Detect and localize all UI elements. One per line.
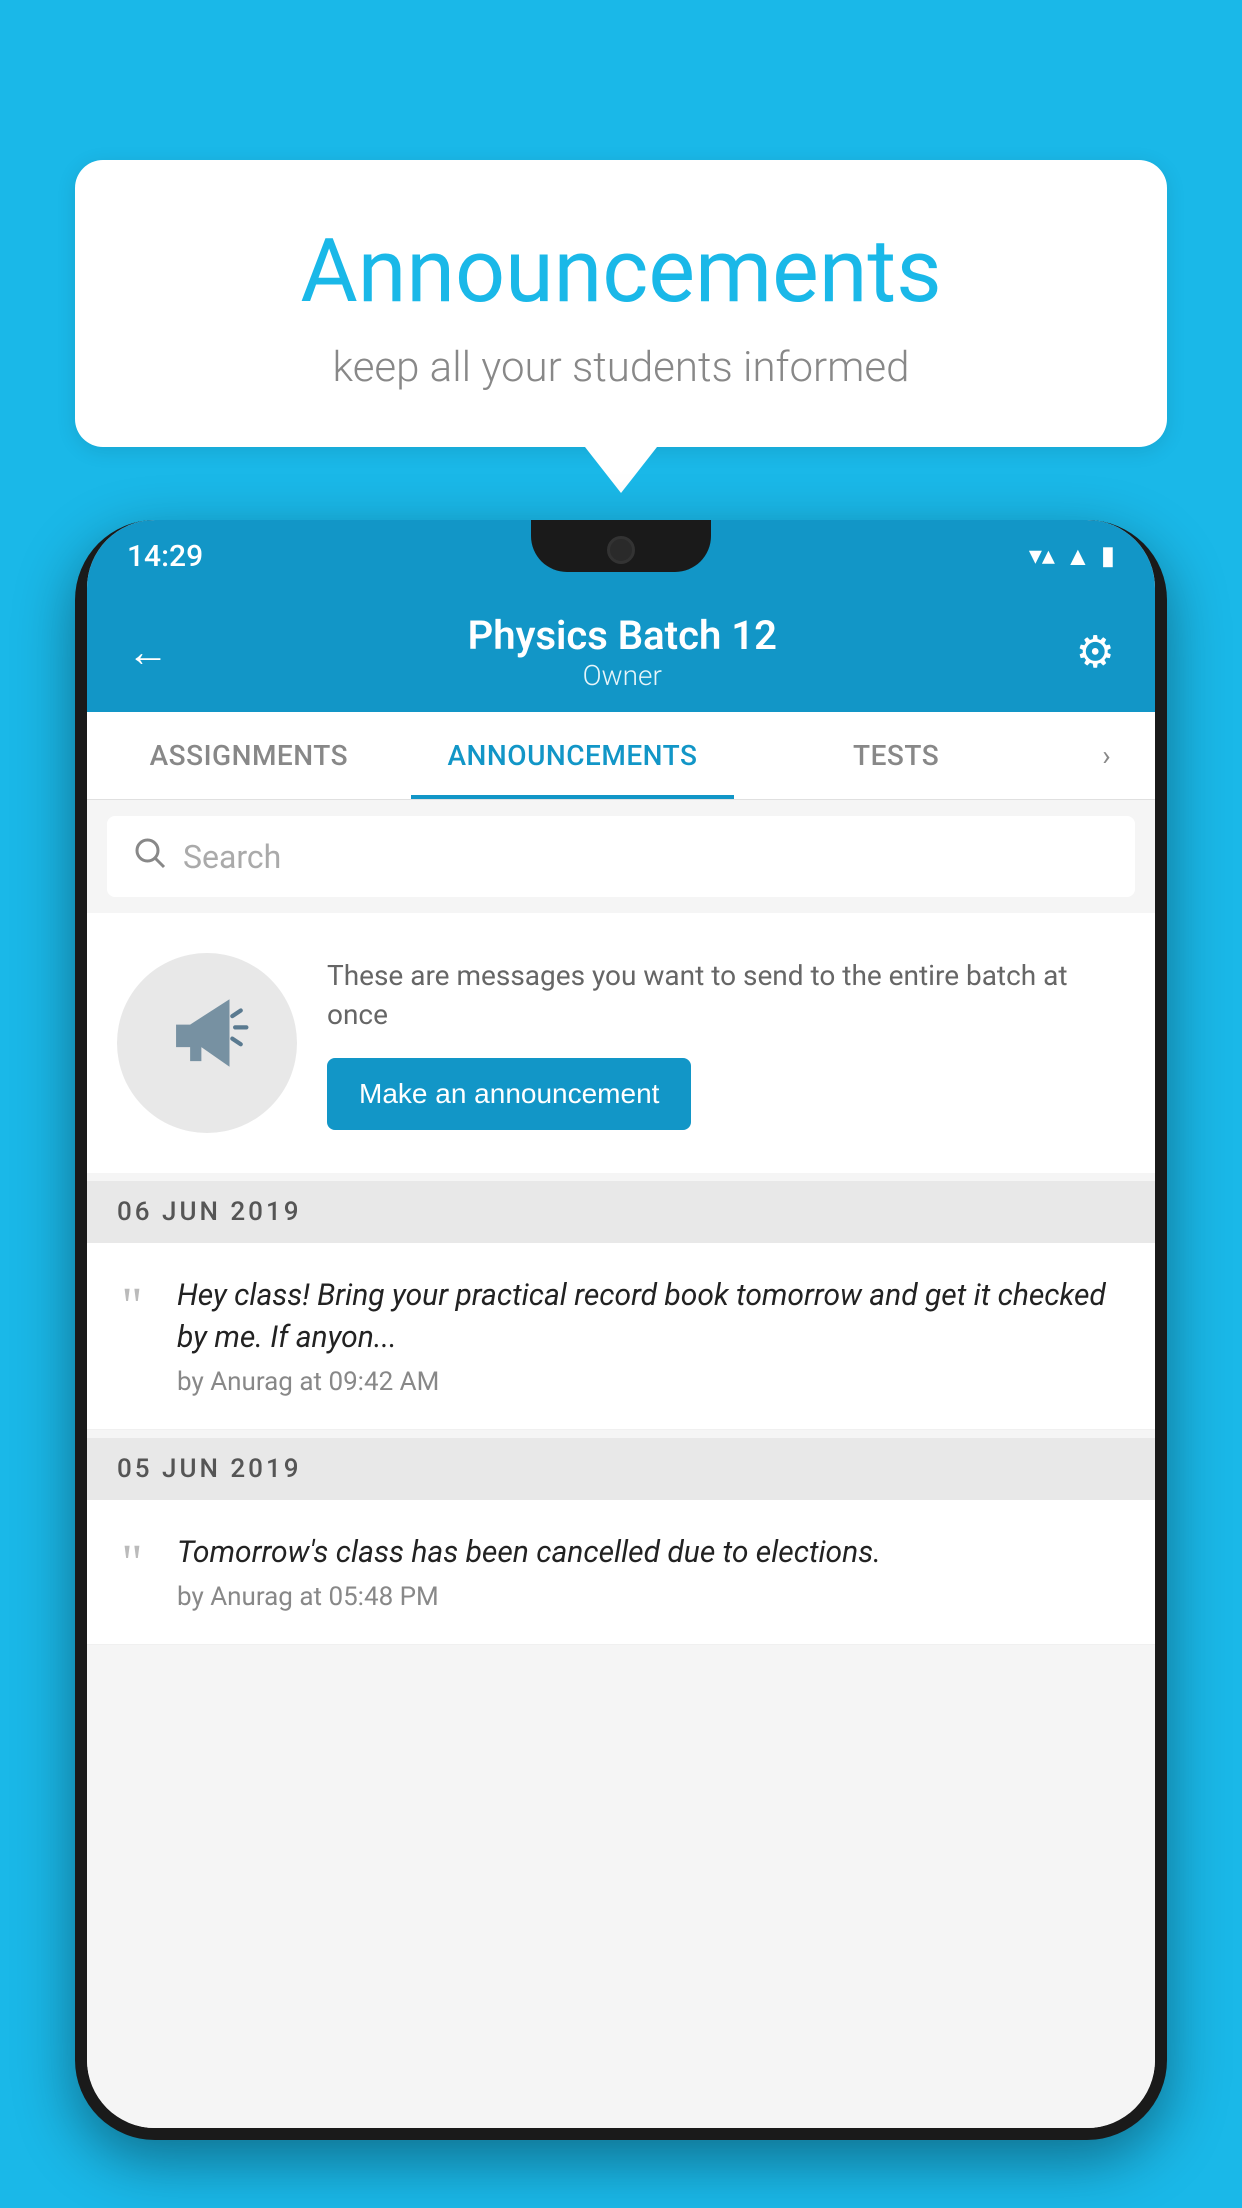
speech-bubble-wrapper: Announcements keep all your students inf… [75,160,1167,493]
tab-tests[interactable]: TESTS [734,712,1058,799]
signal-icon: ▲ [1065,541,1091,572]
announcement-meta-2: by Anurag at 05:48 PM [177,1582,1125,1612]
date-separator-1: 06 JUN 2019 [87,1181,1155,1243]
search-bar[interactable]: Search [107,816,1135,897]
promo-right: These are messages you want to send to t… [327,956,1125,1130]
app-bar-title: Physics Batch 12 [468,612,777,659]
announcement-item-1[interactable]: " Hey class! Bring your practical record… [87,1243,1155,1430]
quote-icon-2: " [107,1538,157,1590]
megaphone-icon [162,988,252,1098]
announcement-text-2: Tomorrow's class has been cancelled due … [177,1532,1125,1612]
phone-wrapper: 14:29 ▾▴ ▲ ▮ ← Physics Batch 12 Owner ⚙ [75,520,1167,2208]
status-icons: ▾▴ ▲ ▮ [1029,541,1115,572]
app-bar-subtitle: Owner [468,659,777,692]
app-bar: ← Physics Batch 12 Owner ⚙ [87,592,1155,712]
content-area: Search [87,800,1155,2128]
wifi-icon: ▾▴ [1029,541,1055,571]
bubble-subtitle: keep all your students informed [155,343,1087,392]
make-announcement-button[interactable]: Make an announcement [327,1058,691,1130]
promo-icon-circle [117,953,297,1133]
phone-notch [531,520,711,572]
promo-description: These are messages you want to send to t… [327,956,1125,1034]
announcement-meta-1: by Anurag at 09:42 AM [177,1367,1125,1397]
speech-bubble: Announcements keep all your students inf… [75,160,1167,447]
tab-announcements[interactable]: ANNOUNCEMENTS [411,712,735,799]
status-time: 14:29 [127,539,203,574]
tab-more[interactable]: › [1058,712,1155,799]
tabs-bar: ASSIGNMENTS ANNOUNCEMENTS TESTS › [87,712,1155,800]
quote-icon-1: " [107,1281,157,1333]
phone-frame: 14:29 ▾▴ ▲ ▮ ← Physics Batch 12 Owner ⚙ [75,520,1167,2140]
date-separator-2: 05 JUN 2019 [87,1438,1155,1500]
phone-screen: 14:29 ▾▴ ▲ ▮ ← Physics Batch 12 Owner ⚙ [87,520,1155,2128]
announcement-message-1: Hey class! Bring your practical record b… [177,1275,1125,1359]
battery-icon: ▮ [1101,541,1115,571]
search-icon [131,834,167,879]
speech-bubble-tail [585,447,657,493]
announcement-text-1: Hey class! Bring your practical record b… [177,1275,1125,1397]
promo-card: These are messages you want to send to t… [87,913,1155,1173]
bubble-title: Announcements [155,220,1087,323]
announcement-item-2[interactable]: " Tomorrow's class has been cancelled du… [87,1500,1155,1645]
tab-assignments[interactable]: ASSIGNMENTS [87,712,411,799]
back-button[interactable]: ← [127,628,169,677]
announcement-message-2: Tomorrow's class has been cancelled due … [177,1532,1125,1574]
app-bar-title-group: Physics Batch 12 Owner [468,612,777,692]
settings-button[interactable]: ⚙ [1076,626,1115,678]
search-placeholder: Search [183,838,281,876]
front-camera [607,536,635,564]
